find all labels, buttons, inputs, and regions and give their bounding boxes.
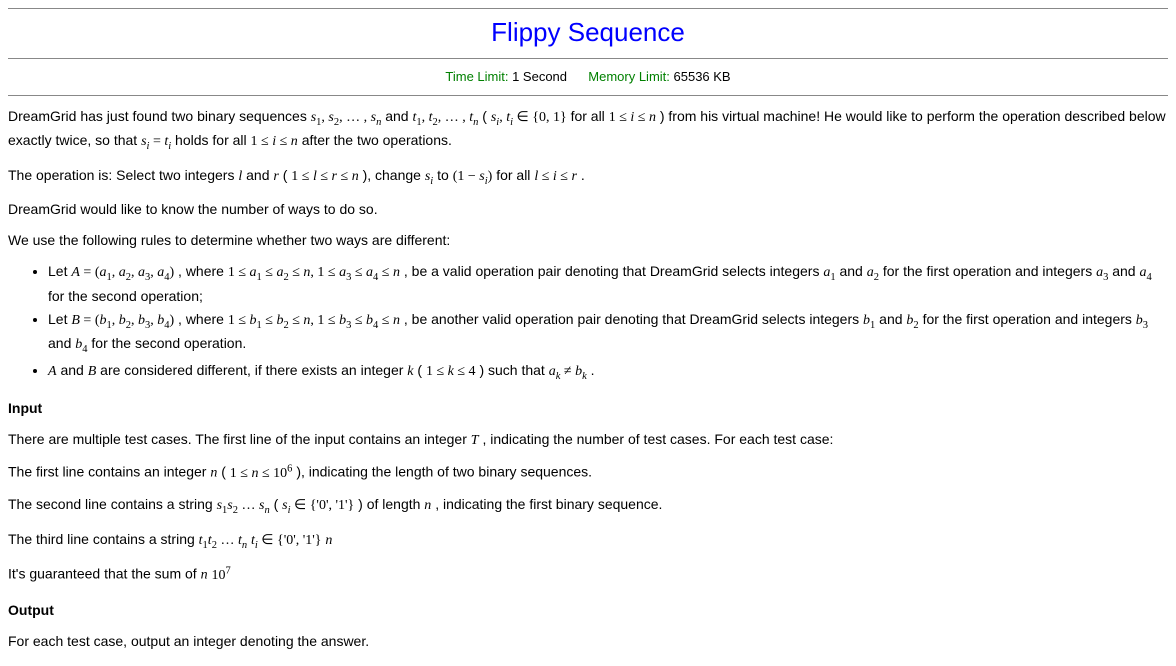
- rule-item-3: A and B are considered different, if the…: [48, 360, 1168, 385]
- input-paragraph-4: The third line contains a string t1t2 … …: [8, 529, 1168, 554]
- input-paragraph-3: The second line contains a string s1s2 ……: [8, 494, 1168, 519]
- rules-list: Let A = (a1, a2, a3, a4) , where 1 ≤ a1 …: [8, 261, 1168, 384]
- input-heading: Input: [8, 398, 1168, 419]
- rule-item-2: Let B = (b1, b2, b3, b4) , where 1 ≤ b1 …: [48, 309, 1168, 358]
- intro-paragraph-3: We use the following rules to determine …: [8, 230, 1168, 251]
- memory-limit-label: Memory Limit:: [588, 69, 670, 84]
- title-rule: [8, 58, 1168, 59]
- time-limit-label: Time Limit:: [445, 69, 508, 84]
- top-rule: [8, 8, 1168, 9]
- input-paragraph-2: The first line contains an integer n ( 1…: [8, 461, 1168, 484]
- input-paragraph-5: It's guaranteed that the sum of n 107: [8, 563, 1168, 586]
- intro-paragraph-2: DreamGrid would like to know the number …: [8, 199, 1168, 220]
- limits-bar: Time Limit: 1 Second Memory Limit: 65536…: [8, 67, 1168, 87]
- operation-paragraph: The operation is: Select two integers l …: [8, 165, 1168, 190]
- time-limit-value: 1 Second: [508, 69, 567, 84]
- input-paragraph-1: There are multiple test cases. The first…: [8, 429, 1168, 451]
- memory-limit-value: 65536 KB: [670, 69, 731, 84]
- intro-paragraph-1: DreamGrid has just found two binary sequ…: [8, 106, 1168, 155]
- problem-title: Flippy Sequence: [8, 13, 1168, 52]
- output-heading: Output: [8, 600, 1168, 621]
- rule-item-1: Let A = (a1, a2, a3, a4) , where 1 ≤ a1 …: [48, 261, 1168, 307]
- output-paragraph-1: For each test case, output an integer de…: [8, 631, 1168, 652]
- limits-rule: [8, 95, 1168, 96]
